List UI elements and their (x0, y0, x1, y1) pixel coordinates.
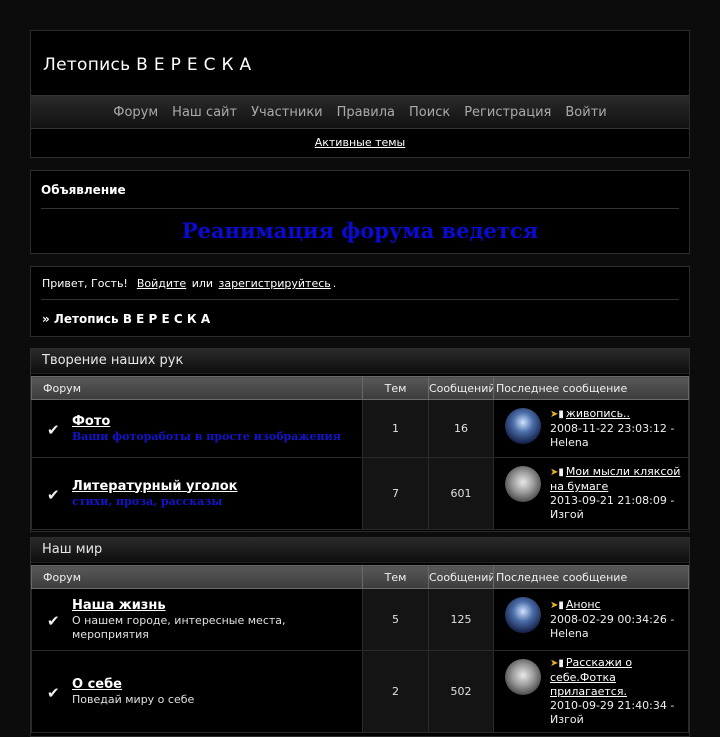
active-topics-link[interactable]: Активные темы (315, 136, 406, 149)
document-icon: ▮ (558, 467, 564, 478)
nav-search[interactable]: Поиск (402, 105, 457, 120)
main-nav: Форум Наш сайт Участники Правила Поиск Р… (31, 95, 689, 129)
period-text: . (332, 277, 337, 290)
forum-row: ✔ О себе Поведай миру о себе 2 502 ➤▮ Рас… (31, 650, 689, 733)
figure-avatar[interactable] (505, 659, 541, 695)
post-count: 502 (428, 650, 494, 733)
last-post-author: Helena (550, 436, 589, 449)
col-header-forum: Форум (31, 565, 363, 589)
breadcrumb[interactable]: » Летопись В Е Р Е С К А (42, 312, 210, 326)
nav-forum[interactable]: Форум (106, 105, 165, 120)
topic-count: 1 (362, 399, 429, 458)
announcement-box: Объявление Реанимация форума ведется (30, 170, 690, 254)
post-count: 601 (428, 457, 494, 530)
post-count: 125 (428, 588, 494, 651)
category-title[interactable]: Наш мир (31, 538, 689, 563)
nav-login[interactable]: Войти (558, 105, 613, 120)
globe-avatar[interactable] (505, 597, 541, 633)
forum-table: Форум Тем Сообщений Последнее сообщение … (31, 565, 689, 733)
site-title[interactable]: Летопись В Е Р Е С К А (43, 55, 251, 75)
forum-description: О нашем городе, интересные места, меропр… (72, 613, 286, 641)
last-post-author: Helena (550, 627, 589, 640)
topic-count: 7 (362, 457, 429, 530)
col-header-topics: Тем (362, 565, 429, 589)
forum-name-link[interactable]: Фото (72, 414, 110, 429)
forum-row: ✔ Наша жизнь О нашем городе, интересные … (31, 588, 689, 651)
forum-name-link[interactable]: О себе (72, 677, 122, 692)
document-icon: ▮ (558, 409, 564, 420)
checkmark-icon: ✔ (47, 611, 60, 630)
last-post-author: Изгой (550, 508, 584, 521)
col-header-posts: Сообщений (428, 376, 494, 400)
register-link[interactable]: зарегистрируйтесь (219, 277, 331, 290)
checkmark-icon: ✔ (47, 420, 60, 439)
divider (41, 208, 679, 209)
col-header-last-post: Последнее сообщение (493, 376, 689, 400)
forum-description: стихи, проза, рассказы (72, 494, 223, 508)
nav-members[interactable]: Участники (244, 105, 330, 120)
or-text: или (191, 277, 214, 290)
nav-our-site[interactable]: Наш сайт (165, 105, 244, 120)
announcement-text: Реанимация форума ведется (181, 218, 539, 243)
last-topic-link[interactable]: живопись.. (566, 407, 630, 420)
col-header-last-post: Последнее сообщение (493, 565, 689, 589)
col-header-topics: Тем (362, 376, 429, 400)
checkmark-icon: ✔ (47, 485, 60, 504)
site-header: Летопись В Е Р Е С К А Форум Наш сайт Уч… (30, 30, 690, 158)
nav-rules[interactable]: Правила (330, 105, 402, 120)
forum-name-link[interactable]: Наша жизнь (72, 598, 166, 613)
last-post-date: 2008-11-22 23:03:12 - (550, 422, 675, 435)
globe-avatar[interactable] (505, 408, 541, 444)
category-block: Творение наших рук Форум Тем Сообщений П… (30, 348, 690, 532)
last-post-date: 2010-09-29 21:40:34 - (550, 699, 675, 712)
announcement-title: Объявление (41, 183, 126, 197)
forum-table: Форум Тем Сообщений Последнее сообщение … (31, 376, 689, 530)
greeting-text: Привет, Гость! (42, 277, 128, 290)
col-header-posts: Сообщений (428, 565, 494, 589)
checkmark-icon: ✔ (47, 683, 60, 702)
table-header-row: Форум Тем Сообщений Последнее сообщение (31, 376, 689, 400)
forum-row: ✔ Литературный уголок стихи, проза, расс… (31, 457, 689, 530)
figure-avatar[interactable] (505, 466, 541, 502)
category-title[interactable]: Творение наших рук (31, 349, 689, 374)
table-header-row: Форум Тем Сообщений Последнее сообщение (31, 565, 689, 589)
divider (41, 299, 679, 300)
greeting-line: Привет, Гость! Войдите или зарегистрируй… (42, 277, 336, 290)
topic-count: 5 (362, 588, 429, 651)
login-link[interactable]: Войдите (137, 277, 186, 290)
last-post-date: 2008-02-29 00:34:26 - (550, 613, 675, 626)
nav-register[interactable]: Регистрация (457, 105, 558, 120)
topic-count: 2 (362, 650, 429, 733)
last-topic-link[interactable]: Анонс (566, 598, 601, 611)
forum-description: Поведай миру о себе (72, 692, 195, 706)
post-count: 16 (428, 399, 494, 458)
forum-description: Ваши фоторaботы в просте изображения (72, 429, 341, 443)
welcome-box: Привет, Гость! Войдите или зарегистрируй… (30, 266, 690, 337)
col-header-forum: Форум (31, 376, 363, 400)
document-icon: ▮ (558, 600, 564, 611)
category-block: Наш мир Форум Тем Сообщений Последнее со… (30, 537, 690, 737)
forum-name-link[interactable]: Литературный уголок (72, 479, 238, 494)
last-post-date: 2013-09-21 21:08:09 - (550, 494, 675, 507)
document-icon: ▮ (558, 658, 564, 669)
forum-row: ✔ Фото Ваши фоторaботы в просте изображе… (31, 399, 689, 458)
last-topic-link[interactable]: Мои мысли кляксой на бумаге (550, 465, 680, 493)
